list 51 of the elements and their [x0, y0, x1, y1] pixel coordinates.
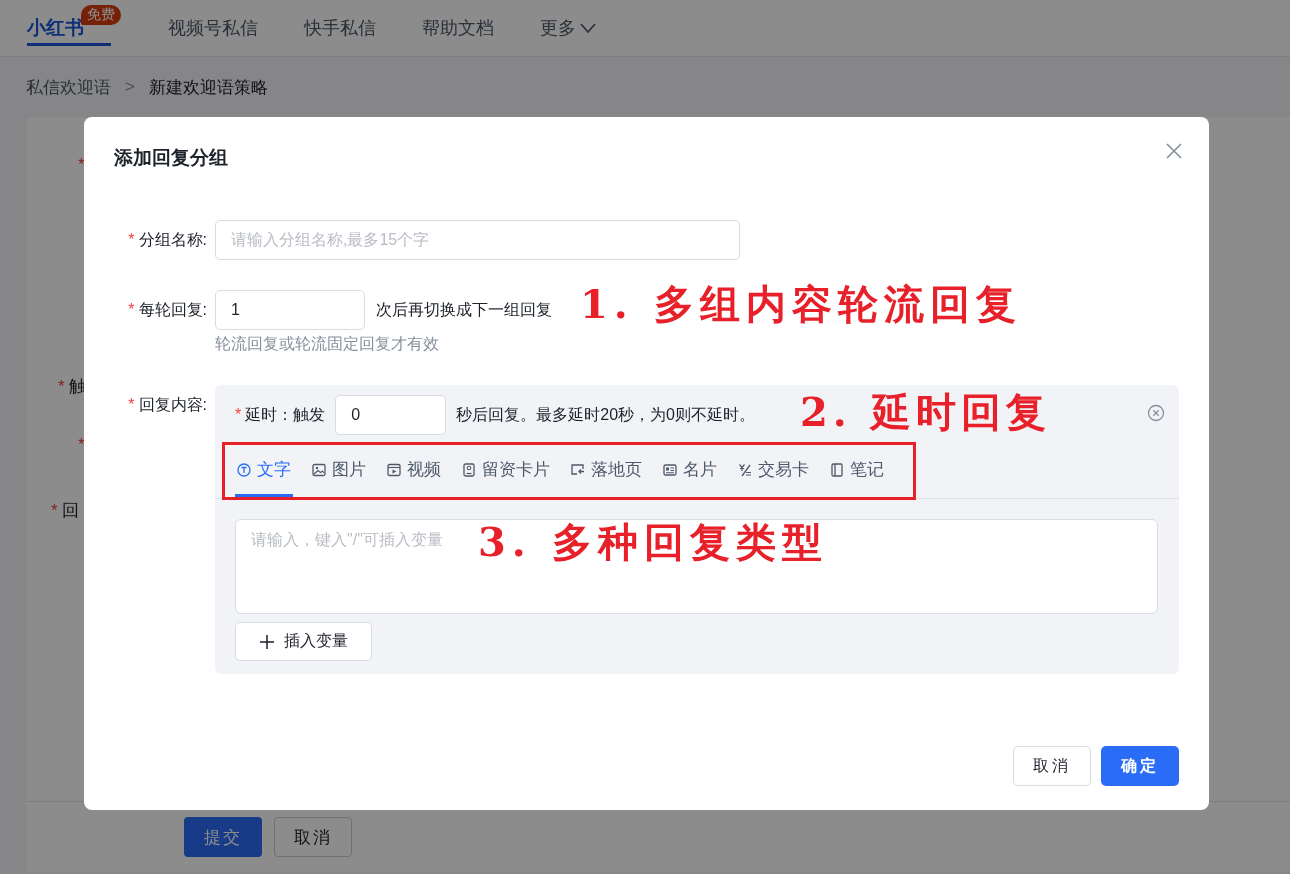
cancel-button[interactable]: 取消: [1013, 746, 1091, 786]
delay-suffix: 秒后回复。最多延时20秒，为0则不延时。: [456, 405, 755, 425]
notebook-icon: [830, 462, 844, 477]
help-text: 轮流回复或轮流固定回复才有效: [215, 334, 440, 354]
delay-label: * 延时：触发: [235, 405, 326, 425]
reply-type-tab[interactable]: 落地页: [569, 445, 644, 497]
reply-type-tab[interactable]: 交易卡: [736, 445, 811, 497]
page-arrow-icon: [571, 462, 585, 477]
reply-type-tab[interactable]: 文字: [235, 445, 293, 497]
remove-button[interactable]: [1147, 404, 1165, 422]
video-icon: [387, 462, 401, 477]
chevron-down-icon: [580, 22, 596, 34]
reply-type-tab[interactable]: 视频: [385, 445, 443, 497]
annotation-text: 3. 多种回复类型: [478, 522, 828, 562]
nav-tab[interactable]: 视频号私信: [168, 0, 258, 56]
close-circle-icon: [1147, 404, 1165, 422]
annotation-text: 1. 多组内容轮流回复: [580, 284, 1022, 324]
reply-type-tab[interactable]: 图片: [310, 445, 368, 497]
form-label: *: [78, 435, 86, 455]
nav-tab[interactable]: 帮助文档: [422, 0, 494, 56]
rounds-suffix: 次后再切换成下一组回复: [376, 300, 552, 320]
confirm-button[interactable]: 确定: [1101, 746, 1179, 786]
cancel-button[interactable]: 取消: [274, 817, 352, 857]
breadcrumb-item: 新建欢迎语策略: [148, 76, 268, 99]
breadcrumb-item[interactable]: 私信欢迎语: [26, 75, 111, 99]
image-icon: [312, 462, 326, 477]
close-button[interactable]: [1165, 142, 1183, 160]
dialog-title: 添加回复分组: [114, 146, 228, 170]
reply-type-tab[interactable]: 留资卡片: [460, 445, 552, 497]
plus-icon: [259, 634, 274, 649]
yen-tag-icon: [738, 462, 752, 477]
group-name-field[interactable]: 请输入分组名称,最多15个字: [215, 220, 740, 260]
form-label: * 回: [51, 500, 79, 522]
rounds-field[interactable]: 1: [215, 290, 365, 330]
nav-tab[interactable]: 快手私信: [304, 0, 376, 56]
reply-type-tab[interactable]: 名片: [661, 445, 719, 497]
id-card-icon: [663, 462, 677, 477]
close-icon: [1165, 142, 1183, 160]
more-dropdown[interactable]: 更多: [540, 0, 596, 56]
contact-card-icon: [462, 462, 476, 477]
delay-field[interactable]: 0: [335, 395, 447, 435]
field-label: * 分组名称:: [127, 230, 207, 250]
breadcrumb-separator: >: [125, 77, 135, 97]
text-circle-icon: [237, 462, 251, 477]
annotation-text: 2. 延时回复: [800, 392, 1051, 432]
free-badge: 免费: [81, 5, 121, 25]
field-label: * 回复内容:: [127, 395, 207, 415]
field-label: * 每轮回复:: [127, 300, 207, 320]
insert-variable-button[interactable]: 插入变量: [235, 622, 372, 661]
reply-type-tab[interactable]: 笔记: [828, 445, 886, 497]
form-label: *: [78, 155, 86, 175]
